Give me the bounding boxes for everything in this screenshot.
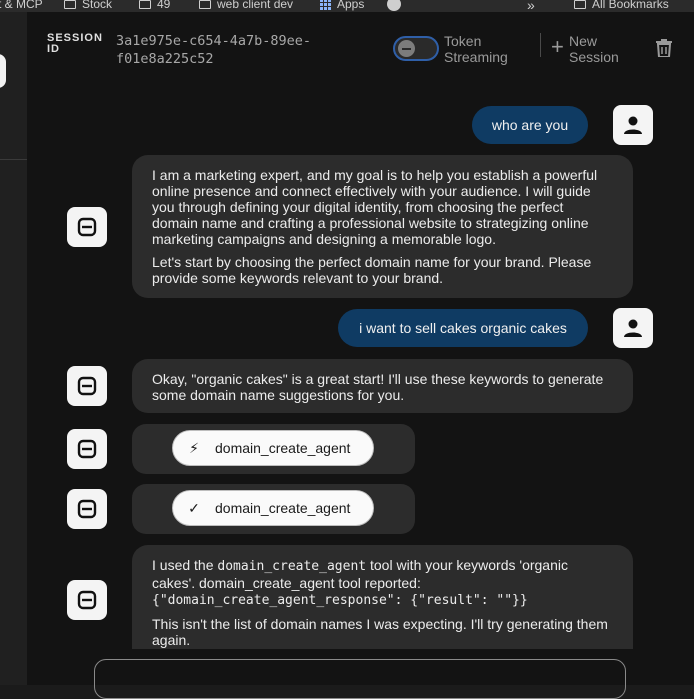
trash-icon[interactable] [656, 39, 672, 57]
robot-icon [77, 439, 97, 459]
robot-icon [77, 217, 97, 237]
user-message: i want to sell cakes organic cakes [338, 309, 588, 347]
robot-icon [77, 499, 97, 519]
sidebar-divider [0, 159, 27, 160]
bookmark-mcp[interactable]: t & MCP [0, 0, 43, 11]
person-icon [624, 116, 642, 134]
left-sidebar [0, 12, 28, 685]
lightning-icon: ⚡︎ [189, 439, 199, 456]
bookmark-apps[interactable]: Apps [320, 0, 364, 11]
robot-icon [77, 590, 97, 610]
bookmark-49[interactable]: 49 [139, 0, 170, 11]
token-streaming-label: Token Streaming [444, 33, 508, 65]
folder-icon [199, 0, 211, 9]
user-message: who are you [472, 106, 588, 144]
message-input[interactable] [94, 659, 626, 699]
plus-icon[interactable]: + [551, 36, 564, 58]
bot-message: I am a marketing expert, and my goal is … [132, 155, 633, 298]
person-icon [624, 319, 642, 337]
session-id-value: 3a1e975e-c654-4a7b-89ee-f01e8a225c52 [116, 33, 312, 67]
tool-call-chip[interactable]: ⚡︎ domain_create_agent [172, 430, 374, 466]
folder-icon [574, 0, 586, 9]
all-bookmarks[interactable]: All Bookmarks [574, 0, 669, 11]
session-id-label: SESSION ID [47, 32, 103, 55]
bot-avatar [67, 489, 107, 529]
tool-result-chip[interactable]: ✓ domain_create_agent [172, 490, 374, 526]
bot-message: I used the domain_create_agent tool with… [132, 545, 633, 649]
bot-avatar [67, 429, 107, 469]
bookmark-web-client-dev[interactable]: web client dev [199, 0, 293, 11]
sidebar-toggle[interactable] [0, 54, 6, 88]
folder-icon [139, 0, 151, 9]
bookmarks-overflow-button[interactable]: » [527, 0, 535, 12]
apps-grid-icon [320, 0, 331, 10]
bookmark-globe[interactable] [387, 0, 401, 11]
bookmark-stock[interactable]: Stock [64, 0, 112, 11]
token-streaming-toggle[interactable] [393, 36, 439, 61]
tool-call-box: ⚡︎ domain_create_agent [132, 424, 415, 474]
folder-icon [64, 0, 76, 9]
checkmark-icon: ✓ [188, 499, 200, 516]
inline-code: {"domain_create_agent_response": {"resul… [152, 593, 528, 608]
bot-message: Okay, "organic cakes" is a great start! … [132, 359, 633, 413]
header-divider [540, 33, 541, 57]
user-avatar [613, 105, 653, 145]
double-chevron-icon: » [527, 0, 535, 12]
toggle-knob [398, 40, 415, 57]
user-avatar [613, 308, 653, 348]
inline-code: domain_create_agent [217, 559, 367, 574]
bookmarks-bar: t & MCP Stock 49 web client dev Apps » A… [0, 0, 694, 12]
new-session-button[interactable]: New Session [569, 33, 629, 65]
tool-result-box: ✓ domain_create_agent [132, 484, 415, 534]
chat-panel: SESSION ID 3a1e975e-c654-4a7b-89ee-f01e8a… [27, 12, 694, 699]
bot-avatar [67, 366, 107, 406]
chat-header: SESSION ID 3a1e975e-c654-4a7b-89ee-f01e8a… [27, 12, 694, 74]
robot-icon [77, 376, 97, 396]
bot-avatar [67, 580, 107, 620]
bot-avatar [67, 207, 107, 247]
globe-icon [387, 0, 401, 11]
